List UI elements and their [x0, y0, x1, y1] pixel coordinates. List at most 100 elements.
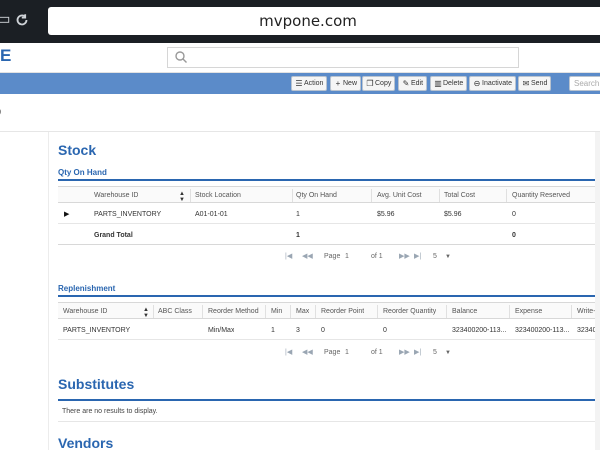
column-header-reorder-quantity[interactable]: Reorder Quantity	[383, 303, 436, 320]
cell-reorder-method: Min/Max	[208, 327, 235, 334]
empty-state: There are no results to display.	[58, 402, 600, 422]
grand-total-label: Grand Total	[94, 232, 133, 239]
pagination: |◀ ◀◀ Page 1 of 1 ▶▶ ▶| 5 ▼	[280, 247, 480, 267]
grand-total-qty: 1	[296, 232, 300, 239]
section-title-stock: Stock	[58, 142, 97, 158]
column-header-quantity-reserved[interactable]: Quantity Reserved	[512, 187, 570, 204]
column-header-abc-class[interactable]: ABC Class	[158, 303, 192, 320]
cell-total-cost: $5.96	[444, 211, 462, 218]
cell-warehouse-id: PARTS_INVENTORY	[63, 327, 131, 334]
page-number-input[interactable]: 1	[345, 247, 349, 267]
cell-warehouse-id: PARTS_INVENTORY	[94, 211, 162, 218]
column-header-warehouse-id[interactable]: Warehouse ID	[94, 187, 138, 204]
last-page-icon[interactable]: ▶|	[414, 343, 421, 363]
column-header-qty-on-hand[interactable]: Qty On Hand	[296, 187, 337, 204]
list-icon: ☰	[295, 79, 303, 88]
page-number-input[interactable]: 1	[345, 343, 349, 363]
column-header-total-cost[interactable]: Total Cost	[444, 187, 475, 204]
pagination: |◀ ◀◀ Page 1 of 1 ▶▶ ▶| 5 ▼	[280, 343, 480, 363]
minus-circle-icon: ⊖	[473, 79, 481, 88]
column-divider	[153, 305, 154, 318]
column-header-expense[interactable]: Expense	[515, 303, 542, 320]
cell-quantity-reserved: 0	[512, 211, 516, 218]
section-divider	[58, 179, 600, 181]
app-header: E	[0, 43, 600, 73]
edit-button[interactable]: ✎ Edit	[398, 76, 428, 91]
cell-min: 1	[271, 327, 275, 334]
cell-reorder-point: 0	[321, 327, 325, 334]
sidebar-divider	[48, 132, 49, 450]
column-header-avg-unit-cost[interactable]: Avg. Unit Cost	[377, 187, 422, 204]
previous-page-icon[interactable]: ◀◀	[302, 343, 313, 363]
subsection-title-qty-on-hand: Qty On Hand	[58, 168, 107, 177]
next-page-icon[interactable]: ▶▶	[399, 247, 410, 267]
column-header-max[interactable]: Max	[296, 303, 309, 320]
sort-icon[interactable]: ▲ ▼	[143, 307, 149, 319]
column-header-min[interactable]: Min	[271, 303, 282, 320]
scrollbar[interactable]	[595, 132, 600, 450]
plus-icon: +	[335, 79, 341, 88]
page-size-select[interactable]: 5	[433, 247, 437, 267]
chevron-down-icon[interactable]: ▼	[445, 343, 451, 363]
toolbar-search-input[interactable]: Search	[569, 76, 600, 91]
column-divider	[377, 305, 378, 318]
column-divider	[290, 305, 291, 318]
global-search-input[interactable]	[167, 47, 519, 68]
first-page-icon[interactable]: |◀	[285, 247, 292, 267]
home-icon[interactable]: ▭	[0, 7, 12, 33]
app-logo[interactable]: E	[0, 46, 11, 66]
address-bar[interactable]: mvpone.com	[48, 7, 600, 35]
cell-expense: 323400200-113...	[515, 327, 570, 334]
send-button[interactable]: ✉ Send	[518, 76, 552, 91]
chevron-down-icon[interactable]: ▼	[445, 247, 451, 267]
column-divider	[509, 305, 510, 318]
previous-page-icon[interactable]: ◀◀	[302, 247, 313, 267]
first-page-icon[interactable]: |◀	[285, 343, 292, 363]
column-divider	[506, 189, 507, 202]
column-header-warehouse-id[interactable]: Warehouse ID	[63, 303, 107, 320]
expand-row-icon[interactable]: ▶	[64, 210, 69, 218]
page-size-select[interactable]: 5	[433, 343, 437, 363]
page-count: of 1	[371, 349, 383, 356]
envelope-icon: ✉	[522, 79, 530, 88]
last-page-icon[interactable]: ▶|	[414, 247, 421, 267]
page-label: Page	[324, 253, 341, 260]
grand-total-reserved: 0	[512, 232, 516, 239]
column-divider	[190, 189, 191, 202]
grand-total-row: Grand Total 1 0	[58, 225, 600, 245]
column-divider	[202, 305, 203, 318]
column-divider	[371, 189, 372, 202]
column-divider	[292, 189, 293, 202]
column-header-balance[interactable]: Balance	[452, 303, 477, 320]
cell-balance: 323400200-113...	[452, 327, 507, 334]
column-header-stock-location[interactable]: Stock Location	[195, 187, 241, 204]
column-header-reorder-method[interactable]: Reorder Method	[208, 303, 259, 320]
action-button[interactable]: ☰ Action	[291, 76, 328, 91]
search-icon	[175, 51, 187, 63]
cell-reorder-quantity: 0	[383, 327, 387, 334]
next-page-icon[interactable]: ▶▶	[399, 343, 410, 363]
record-toolbar: ☰ Action + New ❐ Copy ✎ Edit ▥ Delete ⊖ Inacti…	[0, 73, 600, 94]
empty-state-text: There are no results to display.	[62, 408, 158, 415]
table-row[interactable]: ▶ PARTS_INVENTORY A01-01-01 1 $5.96 $5.9…	[58, 204, 600, 224]
section-divider	[58, 295, 600, 297]
cell-stock-location: A01-01-01	[195, 211, 228, 218]
qty-on-hand-header: Warehouse ID ▲ ▼ Stock Location Qty On Ha…	[58, 186, 600, 203]
trash-icon: ▥	[434, 79, 442, 88]
new-button[interactable]: + New	[330, 76, 362, 91]
table-row[interactable]: PARTS_INVENTORY Min/Max 1 3 0 0 32340020…	[58, 320, 600, 340]
sort-icon[interactable]: ▲ ▼	[179, 191, 185, 203]
column-divider	[439, 189, 440, 202]
breadcrumb: 0	[0, 94, 600, 132]
reload-icon[interactable]	[13, 7, 31, 33]
section-divider	[58, 399, 600, 401]
column-header-reorder-point[interactable]: Reorder Point	[321, 303, 364, 320]
copy-icon: ❐	[366, 79, 374, 88]
browser-toolbar: ▭ mvpone.com	[0, 0, 600, 43]
cell-max: 3	[296, 327, 300, 334]
delete-button[interactable]: ▥ Delete	[430, 76, 468, 91]
copy-button[interactable]: ❐ Copy	[362, 76, 396, 91]
page-count: of 1	[371, 253, 383, 260]
inactivate-button[interactable]: ⊖ Inactivate	[469, 76, 516, 91]
url-text: mvpone.com	[259, 12, 357, 30]
